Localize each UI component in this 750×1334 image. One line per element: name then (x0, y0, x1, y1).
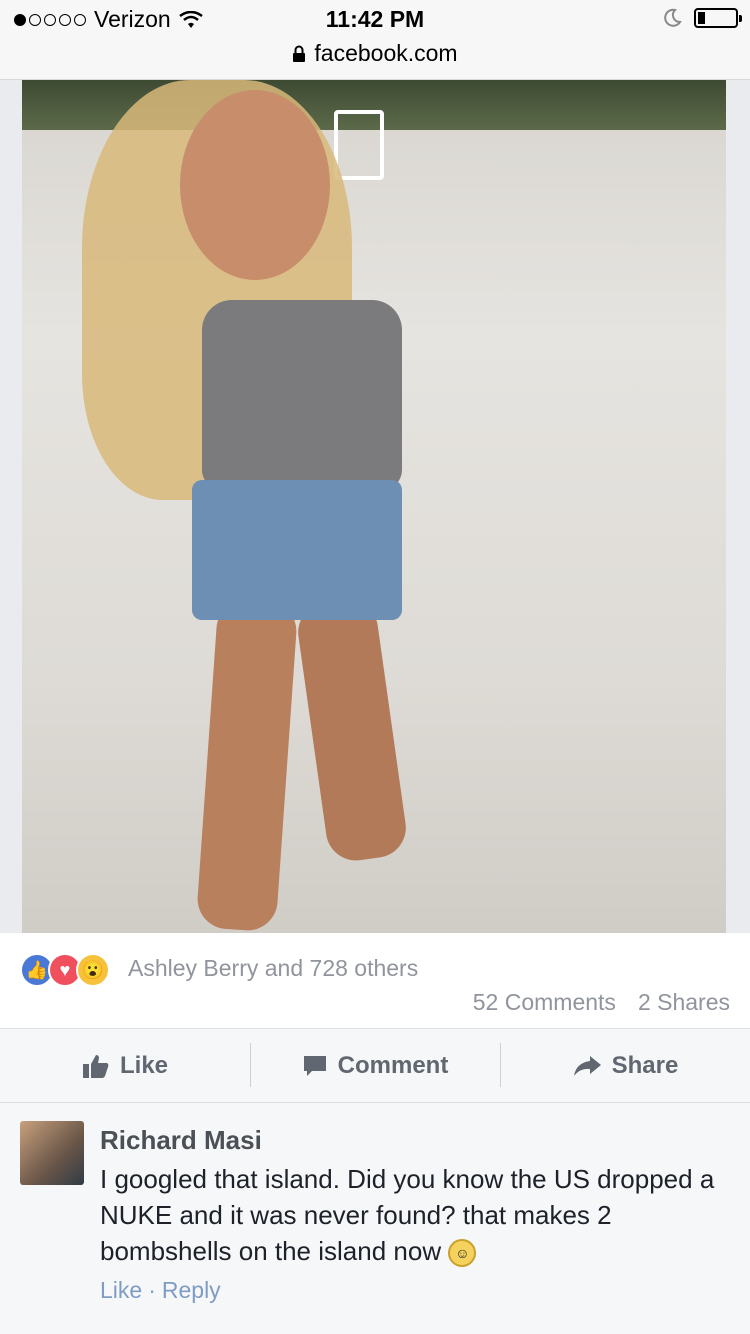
url-text: facebook.com (314, 40, 458, 66)
like-label: Like (119, 1051, 169, 1079)
reactions-summary[interactable]: Ashley Berry and 728 others (128, 955, 418, 982)
share-label: Share (611, 1051, 679, 1079)
post-action-bar: Like Comment Share (0, 1028, 750, 1103)
comment-author[interactable]: Richard Masi (100, 1125, 262, 1156)
battery-level (698, 12, 706, 24)
avatar[interactable] (20, 1121, 84, 1185)
post-counts: 52 Comments 2 Shares (473, 989, 730, 1016)
post-photo[interactable] (22, 80, 726, 933)
like-button[interactable]: Like (0, 1029, 250, 1102)
status-bar: Verizon 11:42 PM facebook.com (0, 0, 750, 80)
comment-text: I googled that island. Did you know the … (100, 1164, 715, 1266)
thumbs-up-icon (82, 1054, 109, 1078)
comment-body: I googled that island. Did you know the … (100, 1161, 720, 1269)
comment-actions: Like · Reply (100, 1277, 221, 1304)
comment-label: Comment (337, 1051, 449, 1079)
comment-like-link[interactable]: Like (100, 1277, 142, 1304)
share-arrow-icon (573, 1055, 601, 1076)
comment-reply-link[interactable]: Reply (162, 1277, 221, 1304)
address-bar[interactable]: facebook.com (0, 40, 750, 67)
comments-count[interactable]: 52 Comments (473, 989, 616, 1016)
comment-action-separator: · (148, 1277, 156, 1303)
share-button[interactable]: Share (500, 1029, 750, 1102)
post-engagement: 👍 ♥ 😮 Ashley Berry and 728 others 52 Com… (0, 933, 750, 1028)
wow-reaction-icon: 😮 (76, 953, 110, 987)
status-indicators (662, 8, 742, 28)
comment-bubble-icon (303, 1055, 326, 1076)
comment-button[interactable]: Comment (250, 1029, 500, 1102)
clock: 11:42 PM (325, 6, 425, 32)
reaction-icons[interactable]: 👍 ♥ 😮 (20, 953, 110, 987)
wink-emoji-icon: ☺ (448, 1239, 477, 1268)
comment-item: Richard Masi I googled that island. Did … (0, 1103, 750, 1334)
lock-icon (293, 45, 306, 62)
shares-count[interactable]: 2 Shares (638, 989, 730, 1016)
moon-icon (664, 8, 682, 27)
battery-icon (694, 8, 742, 28)
